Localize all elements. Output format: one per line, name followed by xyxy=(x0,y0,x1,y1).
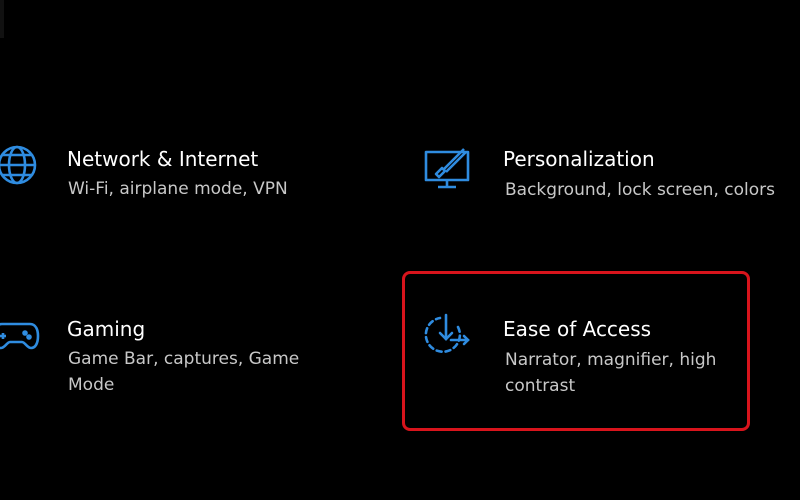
tile-description: Game Bar, captures, Game Mode xyxy=(68,349,300,395)
tile-title: Ease of Access xyxy=(503,317,652,341)
window-edge xyxy=(0,0,4,38)
settings-tile-network[interactable]: Network & Internet Wi-Fi, airplane mode,… xyxy=(0,130,400,230)
tile-title: Network & Internet xyxy=(67,147,259,171)
tile-title: Personalization xyxy=(503,147,655,171)
tile-description: Background, lock screen, colors xyxy=(505,180,775,200)
tile-description: Narrator, magnifier, high contrast xyxy=(505,350,717,396)
settings-tile-personalization[interactable]: Personalization Background, lock screen,… xyxy=(412,130,800,230)
settings-page: Network & Internet Wi-Fi, airplane mode,… xyxy=(0,0,800,500)
settings-tile-gaming[interactable]: Gaming Game Bar, captures, Game Mode xyxy=(0,300,400,420)
tile-title: Gaming xyxy=(67,317,146,341)
ease-of-access-icon xyxy=(424,313,470,354)
paint-monitor-icon xyxy=(424,148,470,189)
gamepad-icon xyxy=(0,322,40,350)
globe-icon xyxy=(0,145,37,185)
tile-description: Wi-Fi, airplane mode, VPN xyxy=(68,179,288,199)
settings-tile-ease-of-access[interactable]: Ease of Access Narrator, magnifier, high… xyxy=(402,271,748,429)
